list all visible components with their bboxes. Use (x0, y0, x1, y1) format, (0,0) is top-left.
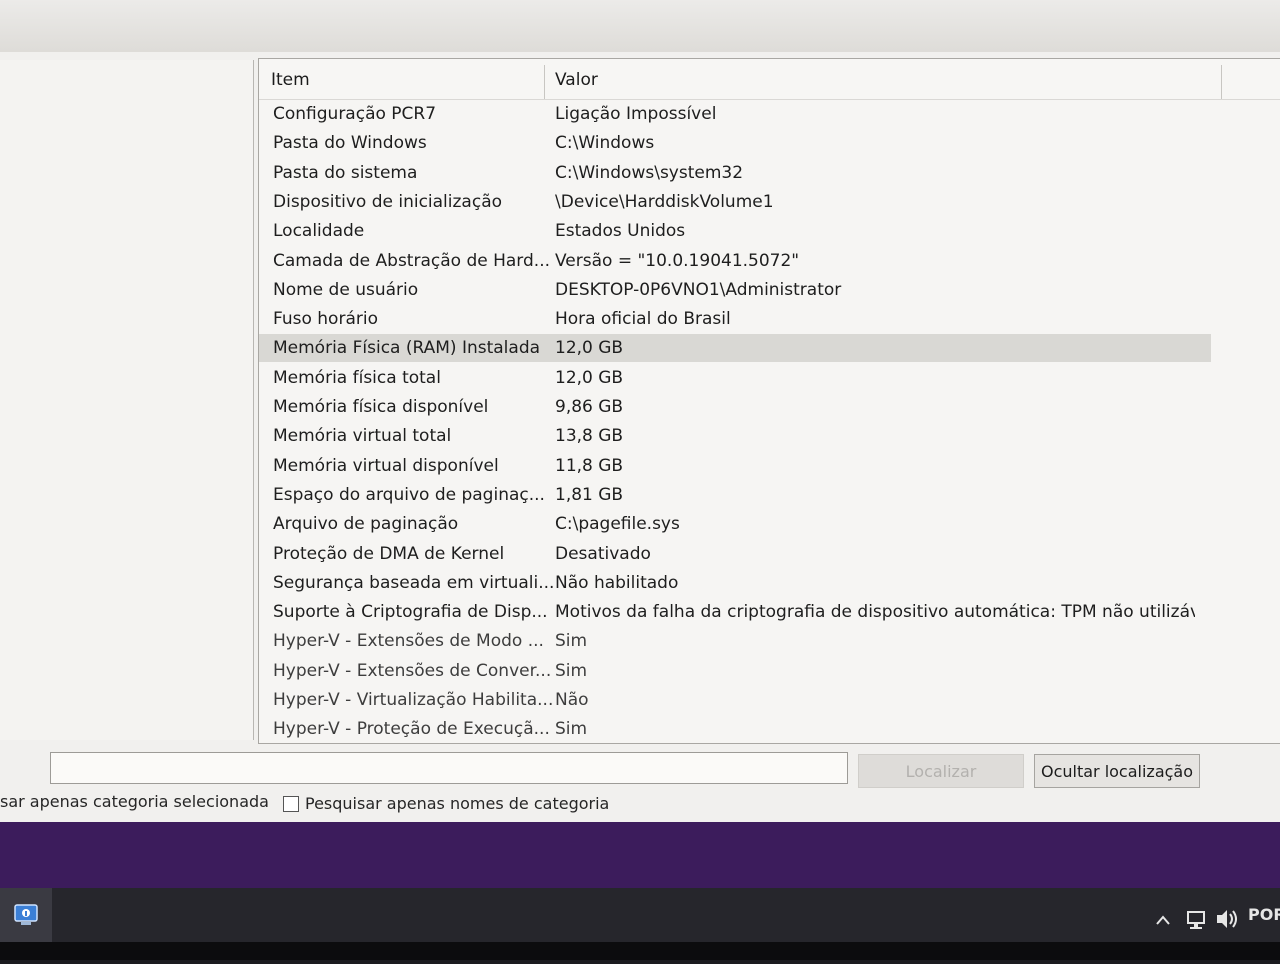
row-value-cell: 12,0 GB (555, 367, 624, 388)
row-value-cell: C:\pagefile.sys (555, 514, 680, 535)
desktop-background (0, 822, 1280, 890)
search-category-names-only-option[interactable]: Pesquisar apenas nomes de categoria (283, 792, 609, 816)
category-names-only-checkbox[interactable] (283, 796, 299, 812)
table-row[interactable]: Pasta do sistema C:\Windows\system32 (259, 159, 1211, 187)
category-names-only-label: Pesquisar apenas nomes de categoria (305, 794, 610, 813)
row-item-cell: Pasta do sistema (273, 162, 418, 183)
table-row[interactable]: Memória Física (RAM) Instalada 12,0 GB (259, 334, 1211, 363)
table-row[interactable]: Localidade Estados Unidos (259, 217, 1211, 245)
row-item-cell: Nome de usuário (273, 279, 419, 300)
table-row[interactable]: Configuração PCR7 Ligação Impossível (259, 100, 1211, 128)
row-item-cell: Suporte à Criptografia de Disp... (273, 602, 548, 623)
row-value-cell: Sim (555, 660, 588, 681)
row-value-cell: Versão = "10.0.19041.5072" (555, 250, 800, 271)
row-value-cell: Sim (555, 631, 588, 652)
input-language-indicator[interactable]: POR (1248, 888, 1280, 942)
row-value-cell: \Device\HarddiskVolume1 (555, 191, 774, 212)
row-value-cell: Estados Unidos (555, 221, 686, 242)
find-button[interactable]: Localizar (858, 754, 1024, 788)
column-separator[interactable] (544, 65, 545, 99)
row-item-cell: Fuso horário (273, 309, 378, 330)
taskbar-app-system-information[interactable] (0, 888, 52, 942)
row-item-cell: Hyper-V - Extensões de Modo ... (273, 631, 544, 652)
row-value-cell: Não (555, 690, 589, 710)
window-top-edge (0, 0, 1280, 58)
find-what-input[interactable] (50, 752, 848, 784)
row-value-cell: C:\Windows (555, 133, 655, 154)
table-row[interactable]: Camada de Abstração de Hard... Versão = "… (259, 247, 1211, 275)
search-selected-category-only-label[interactable]: sar apenas categoria selecionada (0, 790, 269, 814)
row-item-cell: Pasta do Windows (273, 133, 427, 154)
row-value-cell: 11,8 GB (555, 455, 624, 476)
row-item-cell: Camada de Abstração de Hard... (273, 250, 550, 271)
row-item-cell: Configuração PCR7 (273, 104, 437, 124)
taskbar: POR (0, 888, 1280, 942)
table-row[interactable]: Fuso horário Hora oficial do Brasil (259, 305, 1211, 333)
table-row[interactable]: Hyper-V - Extensões de Modo ... Sim (259, 627, 1211, 655)
table-row[interactable]: Hyper-V - Extensões de Conver... Sim (259, 657, 1211, 685)
row-value-cell: Ligação Impossível (555, 104, 717, 124)
row-value-cell: DESKTOP-0P6VNO1\Administrator (555, 279, 842, 300)
row-item-cell: Localidade (273, 221, 365, 242)
row-value-cell: C:\Windows\system32 (555, 162, 744, 183)
close-find-button[interactable]: Ocultar localização (1034, 754, 1200, 788)
table-row[interactable]: Arquivo de paginação C:\pagefile.sys (259, 510, 1211, 538)
row-value-cell: Hora oficial do Brasil (555, 309, 731, 330)
screen-bezel (0, 942, 1280, 960)
network-icon[interactable] (1184, 888, 1208, 942)
table-row[interactable]: Suporte à Criptografia de Disp... Motivos… (259, 598, 1211, 626)
row-value-cell: Não habilitado (555, 572, 679, 593)
table-row[interactable]: Segurança baseada em virtuali... Não habi… (259, 569, 1211, 597)
row-item-cell: Hyper-V - Proteção de Execuçã... (273, 719, 550, 740)
table-row[interactable]: Proteção de DMA de Kernel Desativado (259, 540, 1211, 568)
row-item-cell: Hyper-V - Extensões de Conver... (273, 660, 552, 681)
chevron-up-icon[interactable] (1154, 888, 1172, 942)
row-item-cell: Espaço do arquivo de paginaç... (273, 484, 545, 505)
list-header: Item Valor (259, 59, 1280, 100)
table-row[interactable]: Espaço do arquivo de paginaç... 1,81 GB (259, 481, 1211, 509)
row-item-cell: Segurança baseada em virtuali... (273, 572, 555, 593)
row-item-cell: Dispositivo de inicialização (273, 191, 503, 212)
row-item-cell: Memória virtual disponível (273, 455, 499, 476)
column-header-value[interactable]: Valor (555, 59, 598, 99)
table-row[interactable]: Memória física total 12,0 GB (259, 364, 1211, 392)
details-list[interactable]: Item Valor Configuração PCR7 Ligação Impo… (258, 58, 1280, 744)
row-value-cell: Sim (555, 719, 588, 740)
row-item-cell: Memória Física (RAM) Instalada (273, 338, 541, 359)
system-information-icon (14, 904, 38, 925)
table-row[interactable]: Hyper-V - Proteção de Execuçã... Sim (259, 715, 1211, 743)
column-header-item[interactable]: Item (271, 59, 310, 99)
row-value-cell: Desativado (555, 543, 651, 564)
table-row[interactable]: Nome de usuário DESKTOP-0P6VNO1\Administr… (259, 276, 1211, 304)
volume-icon[interactable] (1214, 888, 1240, 942)
row-value-cell: 13,8 GB (555, 426, 624, 447)
table-row[interactable]: Dispositivo de inicialização \Device\Hard… (259, 188, 1211, 216)
category-tree-pane[interactable] (0, 60, 254, 740)
row-item-cell: Arquivo de paginação (273, 514, 459, 535)
row-item-cell: Hyper-V - Virtualização Habilita... (273, 690, 554, 710)
table-row[interactable]: Memória virtual total 13,8 GB (259, 422, 1211, 450)
table-row[interactable]: Memória virtual disponível 11,8 GB (259, 452, 1211, 480)
row-item-cell: Memória virtual total (273, 426, 452, 447)
table-row[interactable]: Hyper-V - Virtualização Habilita... Não (259, 686, 1211, 714)
table-row[interactable]: Pasta do Windows C:\Windows (259, 129, 1211, 157)
column-separator[interactable] (1221, 65, 1222, 99)
row-value-cell: 9,86 GB (555, 397, 624, 417)
table-row[interactable]: Memória física disponível 9,86 GB (259, 393, 1211, 421)
row-value-cell: Motivos da falha da criptografia de disp… (555, 602, 1195, 623)
row-value-cell: 12,0 GB (555, 338, 624, 359)
row-item-cell: Memória física disponível (273, 397, 489, 417)
row-value-cell: 1,81 GB (555, 484, 624, 505)
row-item-cell: Memória física total (273, 367, 441, 388)
row-item-cell: Proteção de DMA de Kernel (273, 543, 505, 564)
system-information-window: Item Valor Configuração PCR7 Ligação Impo… (0, 52, 1280, 822)
